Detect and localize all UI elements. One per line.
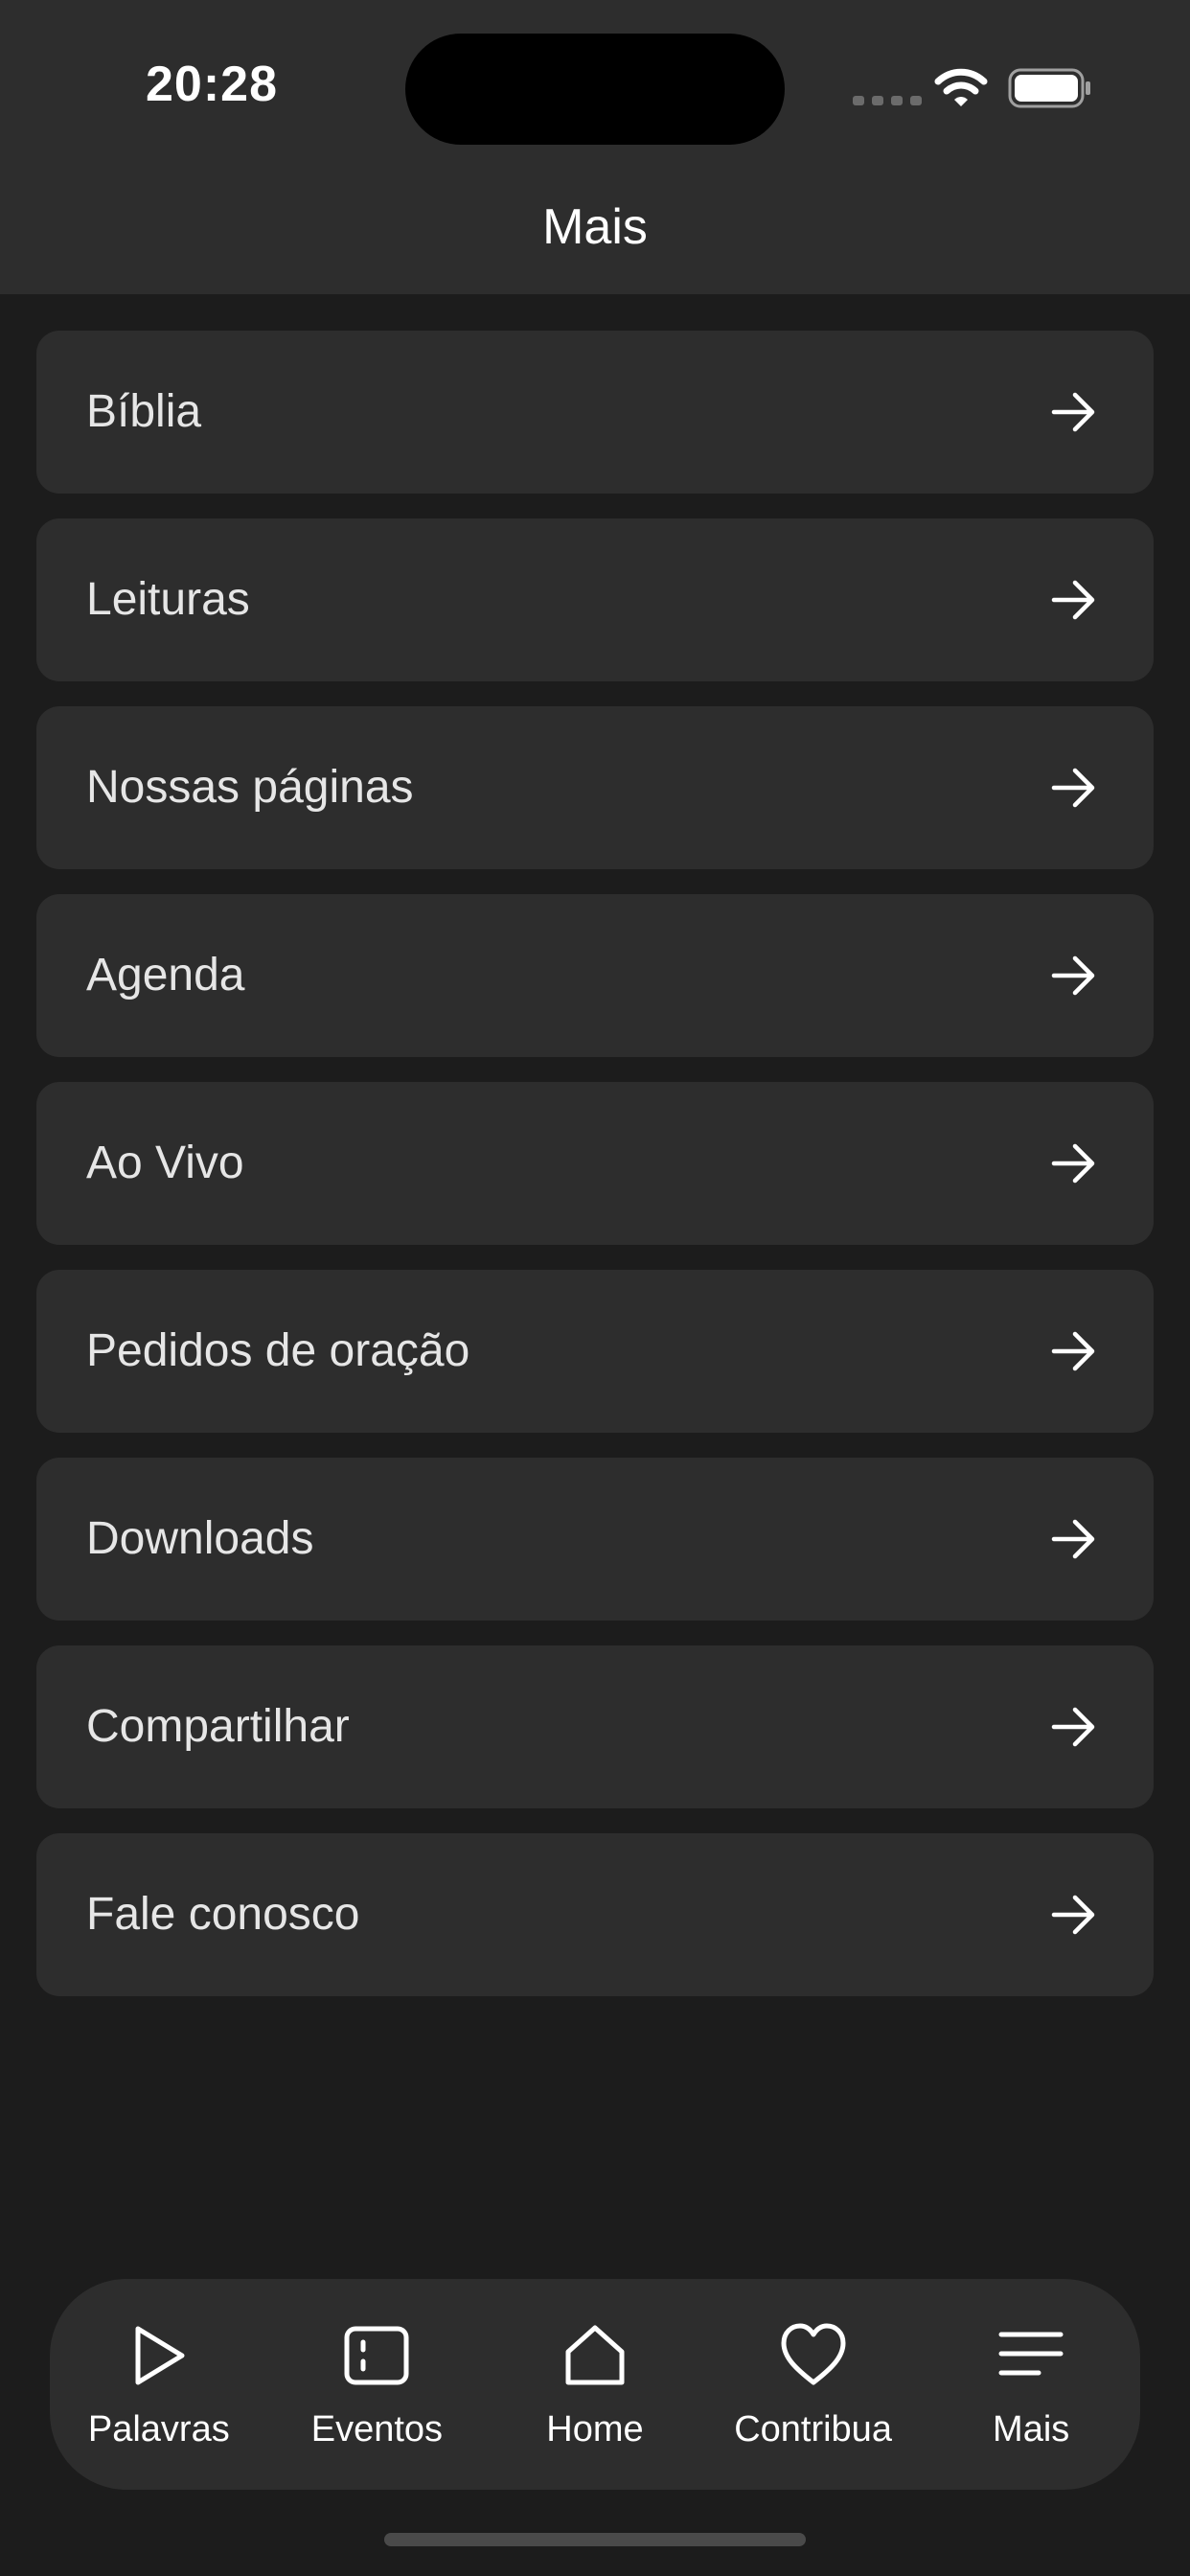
more-menu-list: Bíblia Leituras Nossas páginas Agenda Ao… — [36, 331, 1154, 1996]
tab-label: Home — [546, 2409, 644, 2450]
menu-item-label: Pedidos de oração — [86, 1325, 470, 1376]
heart-icon — [781, 2323, 846, 2385]
arrow-right-icon — [1051, 1519, 1095, 1559]
arrow-right-icon — [1051, 1331, 1095, 1371]
dynamic-island — [405, 34, 785, 145]
status-time: 20:28 — [146, 57, 278, 112]
arrow-right-icon — [1051, 580, 1095, 620]
calendar-list-icon — [344, 2326, 409, 2385]
tab-label: Palavras — [87, 2409, 230, 2450]
menu-icon — [998, 2332, 1064, 2376]
tab-label: Mais — [993, 2409, 1070, 2450]
arrow-right-icon — [1051, 1707, 1095, 1747]
menu-item-nossas-paginas[interactable]: Nossas páginas — [36, 706, 1154, 869]
top-header: 20:28 Mais — [0, 0, 1190, 294]
menu-item-pedidos-de-oracao[interactable]: Pedidos de oração — [36, 1270, 1154, 1433]
menu-item-downloads[interactable]: Downloads — [36, 1458, 1154, 1621]
menu-item-label: Leituras — [86, 574, 250, 625]
play-icon — [135, 2326, 185, 2385]
menu-item-label: Compartilhar — [86, 1701, 350, 1752]
menu-item-compartilhar[interactable]: Compartilhar — [36, 1645, 1154, 1808]
wifi-icon — [934, 68, 988, 106]
menu-item-label: Fale conosco — [86, 1889, 360, 1940]
menu-item-label: Nossas páginas — [86, 762, 414, 813]
menu-item-fale-conosco[interactable]: Fale conosco — [36, 1833, 1154, 1996]
battery-icon — [1008, 68, 1090, 108]
tab-home[interactable]: Home — [494, 2279, 696, 2490]
arrow-right-icon — [1051, 1895, 1095, 1935]
home-icon — [565, 2325, 625, 2385]
arrow-right-icon — [1051, 392, 1095, 432]
arrow-right-icon — [1051, 955, 1095, 996]
tab-label: Eventos — [310, 2409, 444, 2450]
menu-item-ao-vivo[interactable]: Ao Vivo — [36, 1082, 1154, 1245]
menu-item-label: Agenda — [86, 950, 245, 1000]
menu-item-biblia[interactable]: Bíblia — [36, 331, 1154, 494]
menu-item-label: Downloads — [86, 1513, 314, 1564]
menu-item-label: Ao Vivo — [86, 1138, 244, 1188]
tab-palavras[interactable]: Palavras — [58, 2279, 260, 2490]
arrow-right-icon — [1051, 1143, 1095, 1184]
arrow-right-icon — [1051, 768, 1095, 808]
page-title: Mais — [542, 199, 648, 255]
tab-eventos[interactable]: Eventos — [276, 2279, 477, 2490]
menu-item-label: Bíblia — [86, 386, 202, 437]
tab-label: Contribua — [734, 2409, 892, 2450]
tab-contribua[interactable]: Contribua — [713, 2279, 914, 2490]
bottom-tab-bar: Palavras Eventos Home Contribua Mais — [50, 2279, 1140, 2490]
menu-item-agenda[interactable]: Agenda — [36, 894, 1154, 1057]
cellular-signal-icon — [853, 96, 922, 105]
menu-item-leituras[interactable]: Leituras — [36, 518, 1154, 681]
home-indicator — [384, 2533, 806, 2546]
tab-mais[interactable]: Mais — [930, 2279, 1132, 2490]
